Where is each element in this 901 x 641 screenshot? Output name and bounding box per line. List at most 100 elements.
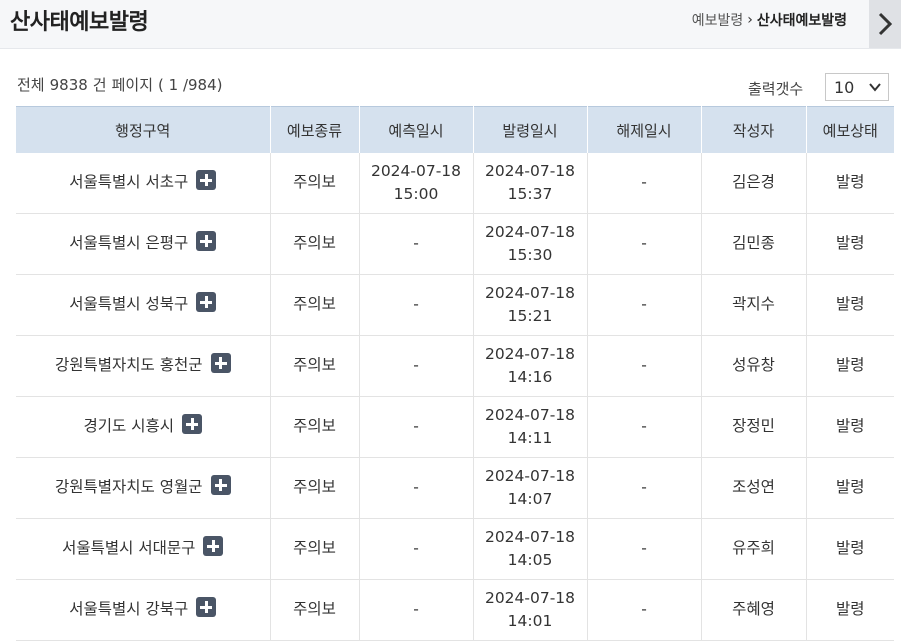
region-cell: 서울특별시 은평구 [16,213,271,275]
type-cell: 주의보 [270,335,360,397]
author-cell: 김민종 [701,213,807,275]
region-name[interactable]: 강원특별자치도 영월군 [55,476,203,499]
region-cell: 서울특별시 성북구 [16,274,271,336]
table-row[interactable]: 경기도 시흥시 주의보 - 2024-07-18 14:11 - 장정민 발령 [16,396,894,458]
predicted-time: 15:00 [393,185,439,203]
issued-time: 14:16 [507,368,553,386]
table-row[interactable]: 서울특별시 서대문구 주의보 - 2024-07-18 14:05 - 유주희 발… [16,518,894,580]
released-cell: - [587,335,702,397]
plus-square-icon[interactable] [196,597,217,617]
predicted-cell: - [359,457,474,519]
issued-date: 2024-07-18 [484,466,576,485]
region-name[interactable]: 서울특별시 서대문구 [62,537,195,560]
region-cell: 서울특별시 서초구 [16,153,271,214]
issued-cell: 2024-07-18 15:30 [473,213,588,275]
column-header-issued[interactable]: 발령일시 [473,106,588,153]
predicted-cell: - [359,579,474,641]
chevron-down-icon [869,83,881,92]
breadcrumb-separator: › [747,12,753,28]
issued-time: 15:30 [507,246,553,264]
column-header-author[interactable]: 작성자 [701,106,807,153]
predicted-cell: - [359,335,474,397]
page-size-value: 10 [834,77,855,97]
issued-time: 14:11 [507,429,553,447]
region-cell: 강원특별자치도 영월군 [16,457,271,519]
status-cell: 발령 [806,153,894,214]
column-header-type[interactable]: 예보종류 [270,106,360,153]
issued-date: 2024-07-18 [484,344,576,363]
table-row[interactable]: 강원특별자치도 영월군 주의보 - 2024-07-18 14:07 - 조성연 … [16,457,894,519]
chevron-right-icon [878,12,892,36]
page-size-label: 출력갯수 [748,80,804,98]
region-name[interactable]: 경기도 시흥시 [84,415,175,438]
plus-square-icon[interactable] [210,475,231,495]
issued-time: 14:05 [507,551,553,569]
type-cell: 주의보 [270,213,360,275]
issued-date: 2024-07-18 [484,527,576,546]
table-row[interactable]: 서울특별시 강북구 주의보 - 2024-07-18 14:01 - 주혜영 발령 [16,579,894,641]
type-cell: 주의보 [270,396,360,458]
table-row[interactable]: 서울특별시 은평구 주의보 - 2024-07-18 15:30 - 김민종 발령 [16,213,894,275]
author-cell: 김은경 [701,153,807,214]
column-header-region[interactable]: 행정구역 [16,106,271,153]
forecast-table: 행정구역 예보종류 예측일시 발령일시 해제일시 작성자 예보상태 서울특별시 … [16,106,894,641]
region-name[interactable]: 서울특별시 성북구 [69,293,188,316]
author-cell: 주혜영 [701,579,807,641]
column-header-status[interactable]: 예보상태 [806,106,894,153]
plus-square-icon[interactable] [182,414,202,434]
total-label: 전체 [17,76,45,94]
table-row[interactable]: 서울특별시 서초구 주의보 2024-07-18 15:00 2024-07-18… [16,153,894,214]
column-header-released[interactable]: 해제일시 [587,106,702,153]
table-row[interactable]: 서울특별시 성북구 주의보 - 2024-07-18 15:21 - 곽지수 발령 [16,274,894,336]
region-cell: 경기도 시흥시 [16,396,271,458]
column-header-predicted[interactable]: 예측일시 [359,106,474,153]
predicted-cell: - [359,396,474,458]
type-cell: 주의보 [270,579,360,641]
region-name[interactable]: 서울특별시 은평구 [69,232,188,255]
issued-cell: 2024-07-18 14:07 [473,457,588,519]
status-cell: 발령 [806,396,894,458]
released-cell: - [587,274,702,336]
status-cell: 발령 [806,579,894,641]
region-cell: 서울특별시 강북구 [16,579,271,641]
issued-cell: 2024-07-18 14:01 [473,579,588,641]
region-name[interactable]: 서울특별시 강북구 [69,598,188,621]
released-cell: - [587,396,702,458]
issued-time: 15:37 [507,185,553,203]
status-cell: 발령 [806,213,894,275]
predicted-date: 2024-07-18 [370,161,462,180]
status-cell: 발령 [806,335,894,397]
list-summary: 전체 9838 건 페이지( 1 /984) [17,74,227,95]
released-cell: - [587,457,702,519]
region-cell: 강원특별자치도 홍천군 [16,335,271,397]
author-cell: 성유창 [701,335,807,397]
page-size-select[interactable]: 10 [825,73,889,101]
plus-square-icon[interactable] [210,353,231,373]
plus-square-icon[interactable] [196,292,217,312]
author-cell: 장정민 [701,396,807,458]
plus-square-icon[interactable] [196,170,217,190]
predicted-cell: - [359,518,474,580]
page-label: 페이지 [111,76,154,94]
table-header-row: 행정구역 예보종류 예측일시 발령일시 해제일시 작성자 예보상태 [16,106,894,153]
page-indicator: ( 1 /984) [158,76,223,94]
table-row[interactable]: 강원특별자치도 홍천군 주의보 - 2024-07-18 14:16 - 성유창 … [16,335,894,397]
page-title: 산사태예보발령 [10,10,149,35]
status-cell: 발령 [806,457,894,519]
issued-cell: 2024-07-18 15:21 [473,274,588,336]
issued-cell: 2024-07-18 14:05 [473,518,588,580]
next-button[interactable] [869,0,901,48]
region-name[interactable]: 서울특별시 서초구 [69,171,188,194]
breadcrumb-item-current: 산사태예보발령 [756,13,847,29]
breadcrumb-item-forecast[interactable]: 예보발령 [692,10,744,30]
type-cell: 주의보 [270,457,360,519]
issued-time: 14:01 [507,612,553,630]
type-cell: 주의보 [270,274,360,336]
issued-cell: 2024-07-18 14:11 [473,396,588,458]
issued-date: 2024-07-18 [484,588,576,607]
author-cell: 곽지수 [701,274,807,336]
region-name[interactable]: 강원특별자치도 홍천군 [55,354,203,377]
plus-square-icon[interactable] [196,231,217,251]
released-cell: - [587,518,702,580]
plus-square-icon[interactable] [203,536,224,556]
